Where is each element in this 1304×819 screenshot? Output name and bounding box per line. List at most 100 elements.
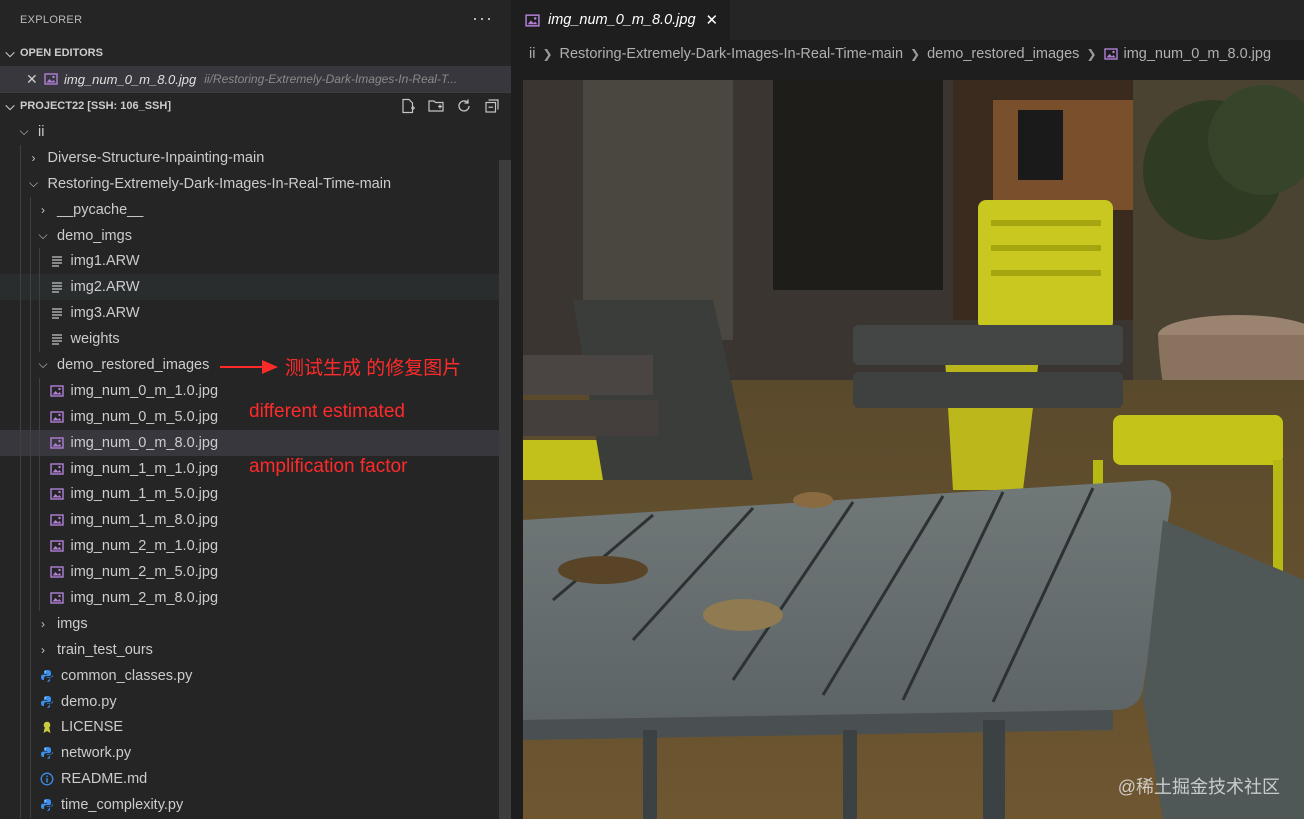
tree-file[interactable]: img_num_2_m_8.0.jpg: [0, 585, 511, 611]
explorer-sidebar: EXPLORER ··· ⌵ OPEN EDITORS ✕ img_num_0_…: [0, 0, 511, 819]
text-file-icon: [49, 331, 65, 347]
tree-item-label: Restoring-Extremely-Dark-Images-In-Real-…: [47, 175, 392, 192]
indent-guide: [20, 222, 21, 249]
chevron-right-icon: ›: [41, 642, 45, 657]
breadcrumb-item[interactable]: img_num_0_m_8.0.jpg: [1124, 46, 1272, 62]
tree-file[interactable]: network.py: [0, 740, 511, 767]
tree-item-label: img3.ARW: [70, 305, 140, 322]
indent-guide: [29, 766, 31, 793]
indent-guide: [20, 144, 21, 171]
indent-guide: [20, 403, 21, 430]
tree-item-label: img_num_2_m_8.0.jpg: [70, 589, 219, 606]
indent-guide: [29, 662, 31, 689]
indent-guide: [39, 507, 40, 534]
tree-file[interactable]: img_num_0_m_8.0.jpg: [0, 429, 511, 456]
tree-file[interactable]: img_num_2_m_5.0.jpg: [0, 559, 511, 586]
chevron-down-icon: ⌵: [38, 228, 48, 242]
tree-file[interactable]: img_num_1_m_8.0.jpg: [0, 507, 511, 534]
new-file-icon[interactable]: [399, 97, 417, 115]
indent-guide: [29, 352, 31, 378]
chevron-right-icon: ›: [41, 616, 45, 631]
tree-item-label: time_complexity.py: [61, 797, 184, 814]
tree-file[interactable]: img_num_1_m_1.0.jpg: [0, 455, 511, 482]
tree-item-label: __pycache__: [57, 201, 144, 218]
indent-guide: [29, 196, 31, 223]
image-file-icon: [49, 435, 65, 451]
indent-guide: [20, 585, 21, 611]
tree-file[interactable]: time_complexity.py: [0, 792, 511, 819]
tree-file[interactable]: img_num_2_m_1.0.jpg: [0, 533, 511, 560]
project-actions: [399, 97, 501, 115]
tab-active-image[interactable]: img_num_0_m_8.0.jpg ✕: [511, 0, 731, 40]
indent-guide: [20, 429, 21, 456]
tree-folder[interactable]: ⌵ ii: [0, 119, 511, 145]
open-editors-label: OPEN EDITORS: [20, 47, 103, 59]
project-section[interactable]: ⌵ PROJECT22 [SSH: 106_SSH]: [0, 92, 511, 119]
tree-folder[interactable]: › train_test_ours: [0, 636, 511, 663]
tree-folder[interactable]: › Diverse-Structure-Inpainting-main: [0, 144, 511, 171]
indent-guide: [20, 662, 21, 689]
breadcrumb-item[interactable]: ii: [529, 46, 535, 62]
indent-guide: [29, 274, 31, 301]
tree-item-label: weights: [70, 331, 120, 348]
tree-item-label: Diverse-Structure-Inpainting-main: [47, 149, 265, 166]
indent-guide: [29, 585, 31, 611]
open-editor-filename: img_num_0_m_8.0.jpg: [64, 71, 197, 87]
indent-guide: [29, 533, 31, 560]
tree-item-label: img_num_2_m_1.0.jpg: [70, 538, 219, 555]
tree-file[interactable]: LICENSE: [0, 714, 511, 741]
indent-guide: [29, 429, 31, 456]
indent-guide: [20, 248, 21, 275]
tree-file[interactable]: img2.ARW: [0, 274, 511, 301]
tree-folder[interactable]: ⌵ demo_imgs: [0, 222, 511, 249]
close-icon[interactable]: ✕: [706, 11, 719, 29]
tree-file[interactable]: README.md: [0, 766, 511, 793]
tree-file[interactable]: common_classes.py: [0, 662, 511, 689]
open-editors-section[interactable]: ⌵ OPEN EDITORS: [0, 40, 511, 66]
breadcrumb-item[interactable]: Restoring-Extremely-Dark-Images-In-Real-…: [560, 46, 904, 62]
tree-item-label: img_num_1_m_8.0.jpg: [70, 512, 219, 529]
tree-file[interactable]: demo.py: [0, 688, 511, 715]
tree-file[interactable]: img_num_1_m_5.0.jpg: [0, 481, 511, 508]
indent-guide: [39, 377, 40, 404]
indent-guide: [29, 222, 31, 249]
indent-guide: [29, 481, 31, 508]
explorer-title: EXPLORER: [20, 14, 83, 26]
text-file-icon: [49, 253, 65, 269]
indent-guide: [29, 326, 31, 353]
image-file-icon: [49, 486, 65, 502]
tree-file[interactable]: img_num_0_m_1.0.jpg: [0, 377, 511, 404]
tree-file[interactable]: img_num_0_m_5.0.jpg: [0, 403, 511, 430]
tree-item-label: LICENSE: [61, 719, 124, 736]
image-preview[interactable]: @稀土掘金技术社区: [523, 80, 1304, 819]
refresh-icon[interactable]: [455, 97, 473, 115]
sidebar-scrollbar[interactable]: [499, 160, 511, 819]
collapse-all-icon[interactable]: [483, 97, 501, 115]
tree-folder[interactable]: › imgs: [0, 610, 511, 637]
open-editor-item[interactable]: ✕ img_num_0_m_8.0.jpg ii/Restoring-Extre…: [0, 66, 511, 92]
chevron-down-icon: ⌵: [5, 45, 15, 60]
indent-guide: [20, 274, 21, 301]
open-editor-path: ii/Restoring-Extremely-Dark-Images-In-Re…: [204, 72, 458, 86]
indent-guide: [29, 507, 31, 534]
close-icon[interactable]: ✕: [26, 71, 44, 88]
indent-guide: [39, 455, 40, 482]
file-tree: ⌵ ii › Diverse-Structure-Inpainting-main ⌵ Re…: [0, 119, 511, 819]
breadcrumb-item[interactable]: demo_restored_images: [927, 46, 1079, 62]
chevron-down-icon: ⌵: [19, 124, 29, 139]
tree-file[interactable]: img3.ARW: [0, 300, 511, 327]
tree-file[interactable]: weights: [0, 326, 511, 353]
tree-item-label: img1.ARW: [70, 253, 140, 270]
indent-guide: [29, 740, 31, 767]
tree-folder[interactable]: ⌵ Restoring-Extremely-Dark-Images-In-Real…: [0, 170, 511, 197]
new-folder-icon[interactable]: [427, 97, 445, 115]
tree-file[interactable]: img1.ARW: [0, 248, 511, 275]
indent-guide: [20, 300, 21, 327]
tree-folder[interactable]: › __pycache__: [0, 196, 511, 223]
indent-guide: [20, 714, 21, 741]
ellipsis-icon[interactable]: ···: [472, 8, 493, 29]
tree-item-label: img2.ARW: [70, 279, 140, 296]
tree-item-label: demo.py: [61, 693, 117, 710]
indent-guide: [29, 714, 31, 741]
tree-item-label: imgs: [57, 615, 88, 632]
